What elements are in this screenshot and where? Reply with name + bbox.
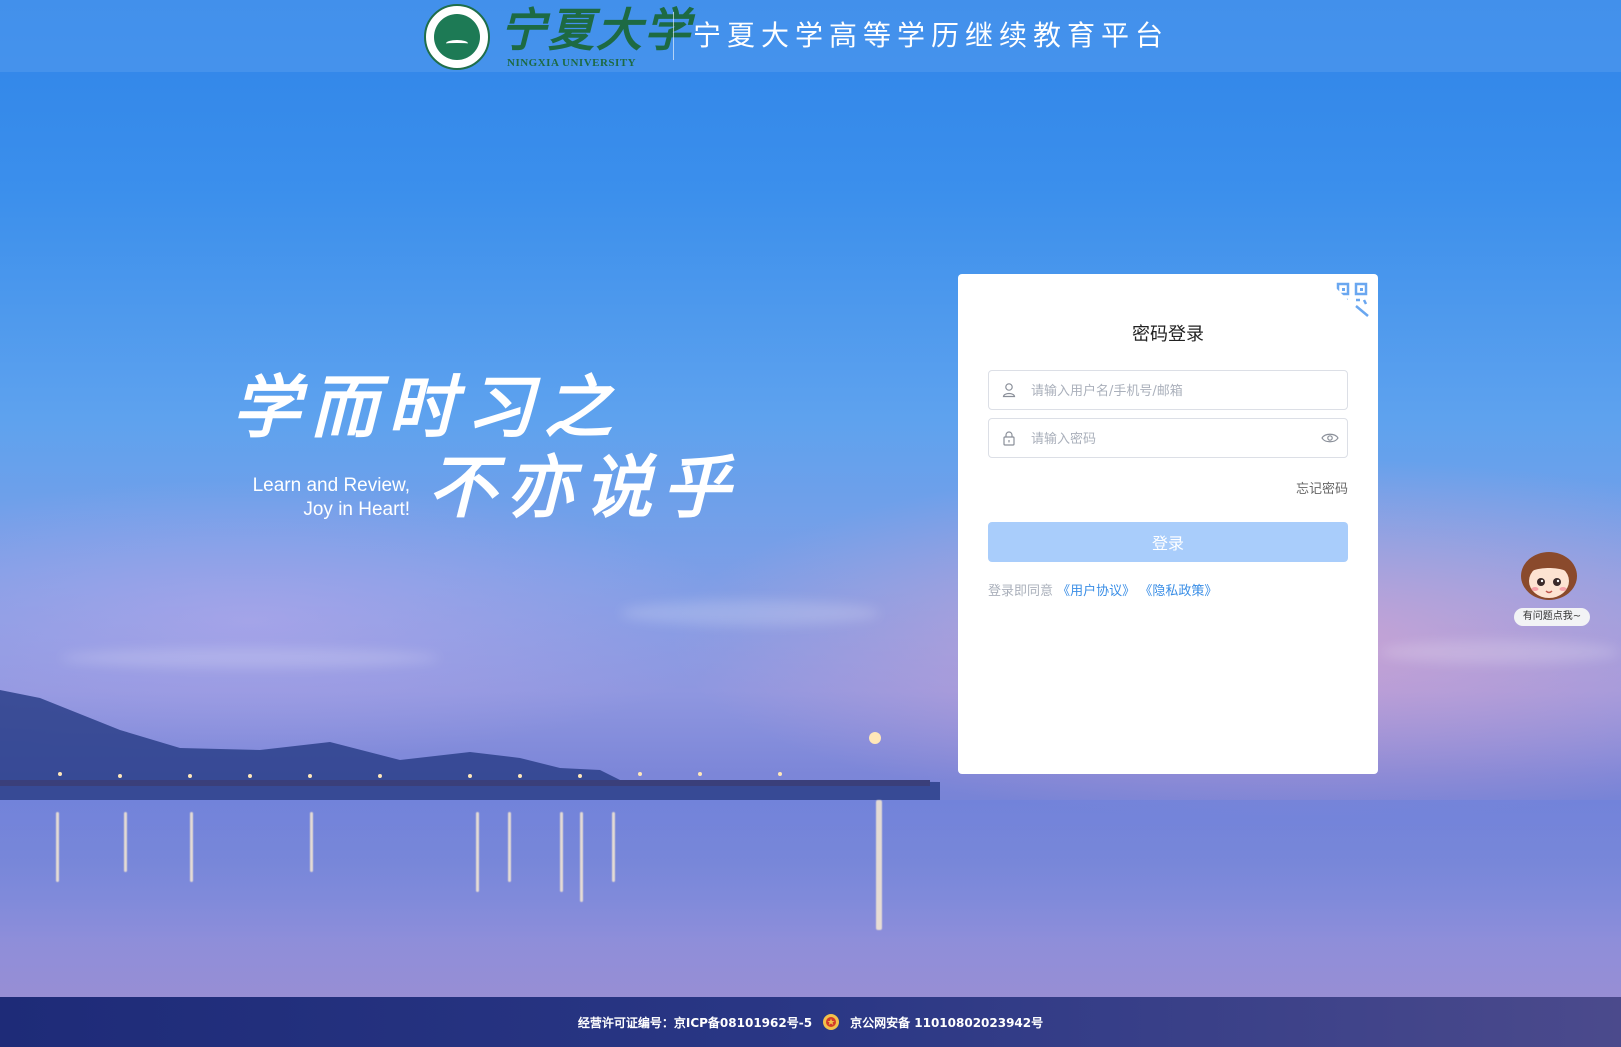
light-reflection	[476, 812, 479, 892]
cloud	[1380, 640, 1620, 664]
light-reflection	[508, 812, 511, 882]
login-card: 密码登录 忘记密码 登录 登录即同意 《用户协议》 《隐私政策》	[958, 274, 1378, 774]
footer-text: 经营许可证编号：京ICP备08101962号-5 京公网安备 110108020…	[0, 997, 1621, 1047]
username-input[interactable]	[1029, 371, 1323, 411]
agreement-text: 登录即同意 《用户协议》 《隐私政策》	[988, 582, 1217, 602]
platform-title: 宁夏大学高等学历继续教育平台	[693, 19, 1170, 52]
light-reflection	[124, 812, 127, 872]
university-logo-text: 宁夏大学	[500, 3, 692, 57]
qr-code-icon[interactable]	[1334, 280, 1372, 318]
assistant-avatar-icon[interactable]	[1520, 548, 1578, 600]
header-divider	[673, 12, 674, 60]
university-logo-en: NINGXIA UNIVERSITY	[507, 57, 637, 69]
login-button[interactable]: 登录	[988, 522, 1348, 562]
login-title: 密码登录	[1132, 324, 1204, 345]
forgot-password-link[interactable]: 忘记密码	[1296, 478, 1348, 497]
lock-icon	[1003, 431, 1015, 446]
light-reflection	[560, 812, 563, 892]
icp-license[interactable]: 经营许可证编号：京ICP备08101962号-5	[578, 1014, 812, 1031]
slogan-line-1: 学而时习之	[232, 368, 623, 448]
agreement-prefix: 登录即同意	[988, 584, 1054, 599]
light-reflection	[612, 812, 615, 882]
user-icon	[1002, 383, 1016, 398]
light-reflection	[190, 812, 193, 882]
slogan-english: Learn and Review, Joy in Heart!	[230, 474, 410, 522]
sea-water	[0, 800, 1621, 1000]
light-reflection	[876, 800, 882, 930]
password-field[interactable]	[988, 418, 1348, 459]
assistant-bubble[interactable]: 有问题点我~	[1514, 608, 1590, 626]
university-emblem-icon	[424, 4, 490, 70]
cloud	[60, 648, 440, 668]
police-record[interactable]: 京公网安备 11010802023942号	[850, 1014, 1043, 1031]
password-input[interactable]	[1029, 419, 1323, 459]
cloud	[620, 600, 880, 626]
police-badge-icon	[823, 1014, 840, 1030]
username-field[interactable]	[988, 370, 1348, 411]
user-agreement-link[interactable]: 《用户协议》	[1057, 584, 1135, 599]
light-reflection	[310, 812, 313, 872]
privacy-policy-link[interactable]: 《隐私政策》	[1139, 584, 1217, 599]
top-header: 宁夏大学 NINGXIA UNIVERSITY 宁夏大学高等学历继续教育平台	[0, 0, 1621, 72]
slogan-english-line-1: Learn and Review,	[252, 475, 410, 496]
slogan-line-2: 不亦说乎	[428, 448, 741, 528]
footer: 经营许可证编号：京ICP备08101962号-5 京公网安备 110108020…	[0, 997, 1621, 1047]
light-reflection	[580, 812, 583, 902]
light-reflection	[56, 812, 59, 882]
coast-hills	[0, 690, 940, 800]
eye-icon[interactable]	[1321, 430, 1339, 446]
slogan-english-line-2: Joy in Heart!	[303, 499, 410, 520]
